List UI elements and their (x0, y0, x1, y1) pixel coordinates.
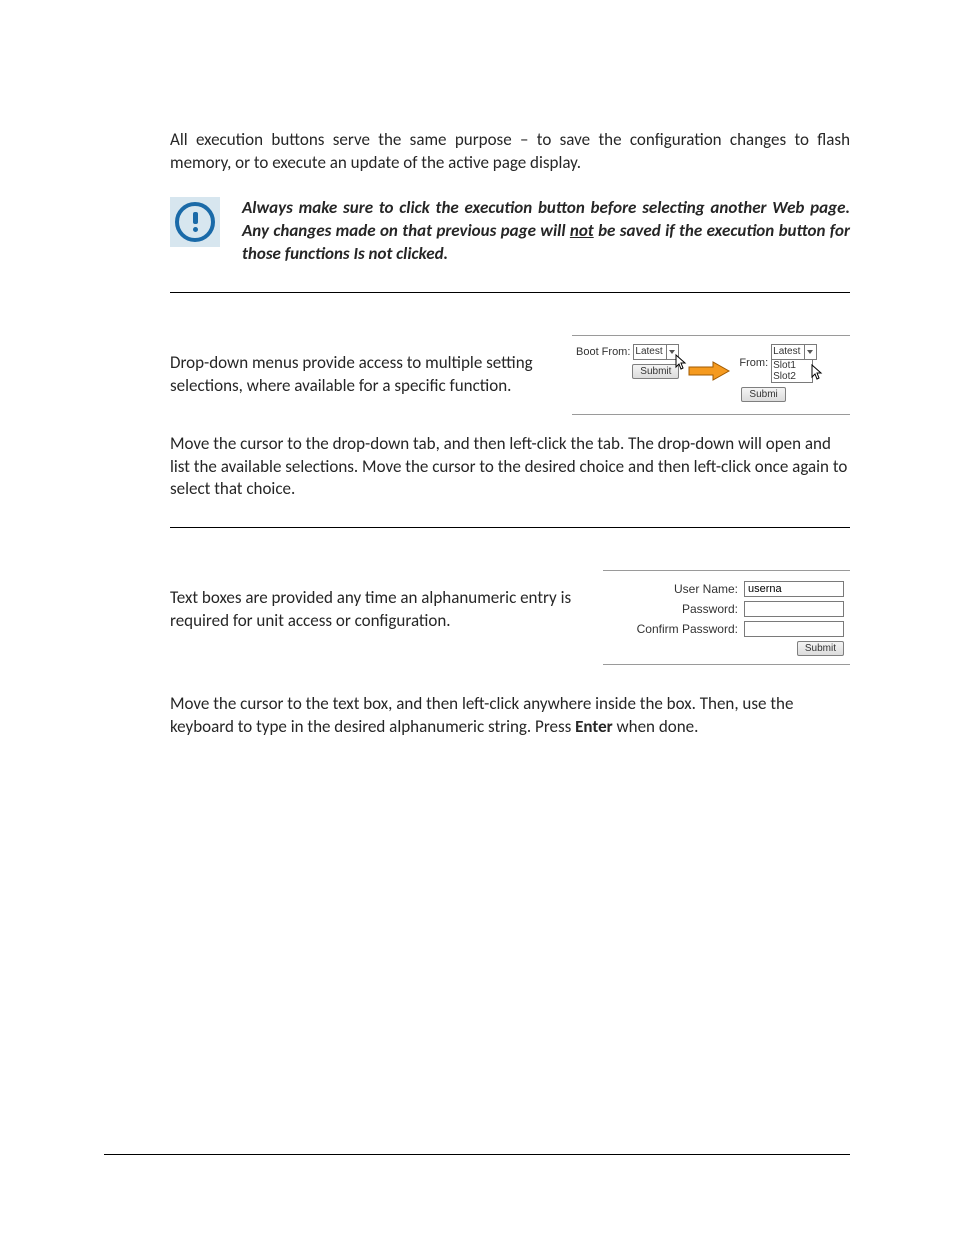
dropdown-detail: Move the cursor to the drop-down tab, an… (170, 433, 850, 502)
note-not: not (570, 220, 594, 241)
password-label: Password: (682, 602, 738, 616)
option-slot2[interactable]: Slot2 (773, 371, 811, 382)
textbox-detail-post: when done. (613, 716, 699, 737)
submit-button-short[interactable]: Submi (741, 387, 785, 402)
select-value-latest-2: Latest (773, 346, 800, 357)
confirm-password-label: Confirm Password: (637, 622, 738, 636)
boot-from-select-collapsed[interactable]: Latest (633, 344, 679, 360)
select-value-latest: Latest (635, 346, 662, 357)
option-slot1[interactable]: Slot1 (773, 360, 811, 371)
chevron-down-icon (804, 345, 815, 359)
dropdown-figure: Boot From: Latest Submit (572, 335, 850, 415)
username-label: User Name: (674, 582, 738, 596)
textbox-figure: User Name: Password: Confirm Password: S… (603, 570, 850, 665)
username-field[interactable] (744, 581, 844, 597)
dropdown-options[interactable]: Slot1 Slot2 (771, 360, 813, 383)
from-label: From: (739, 357, 768, 369)
page-footer-rule (104, 1154, 850, 1155)
section-divider (170, 527, 850, 528)
arrow-right-icon (687, 360, 731, 385)
section-divider (170, 292, 850, 293)
boot-from-label: Boot From: (576, 346, 630, 358)
dropdown-intro: Drop-down menus provide access to multip… (170, 352, 548, 398)
alert-icon (170, 197, 220, 247)
confirm-password-field[interactable] (744, 621, 844, 637)
textbox-detail: Move the cursor to the text box, and the… (170, 693, 850, 739)
textbox-detail-pre: Move the cursor to the text box, and the… (170, 693, 793, 737)
exec-buttons-paragraph: All execution buttons serve the same pur… (170, 129, 850, 175)
important-note: Always make sure to click the execution … (170, 197, 850, 266)
chevron-down-icon (666, 345, 677, 359)
submit-button[interactable]: Submit (797, 641, 844, 656)
important-note-text: Always make sure to click the execution … (242, 197, 850, 266)
enter-key: Enter (575, 716, 613, 737)
password-field[interactable] (744, 601, 844, 617)
boot-from-select-expanded[interactable]: Latest (771, 344, 817, 360)
textbox-intro: Text boxes are provided any time an alph… (170, 587, 579, 648)
submit-button[interactable]: Submit (632, 364, 679, 379)
